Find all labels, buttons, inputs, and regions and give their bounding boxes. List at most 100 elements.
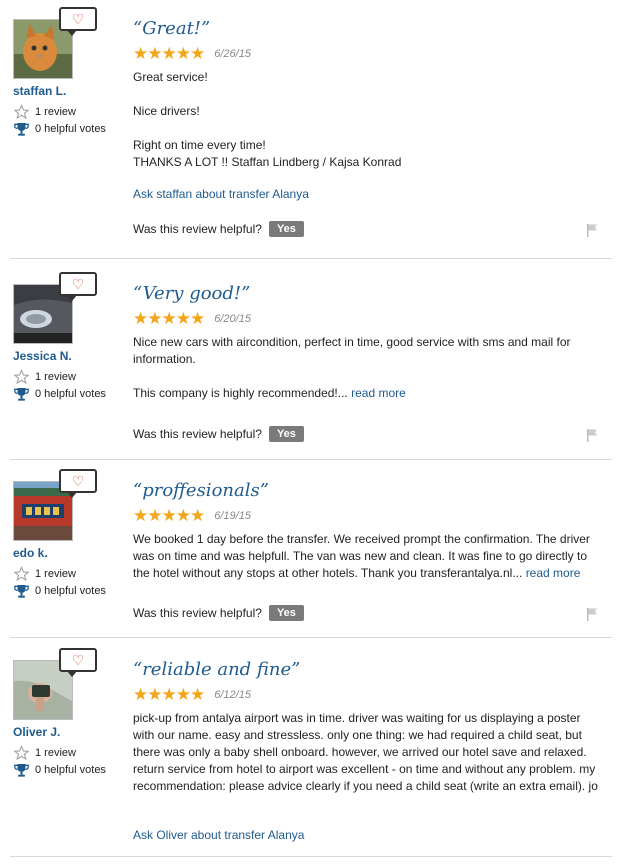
yes-button[interactable]: Yes bbox=[268, 426, 304, 442]
star-outline-icon bbox=[13, 369, 31, 385]
heart-icon: ♡ bbox=[71, 11, 85, 27]
read-more-link[interactable]: read more bbox=[351, 386, 406, 400]
avatar[interactable]: ♡ bbox=[13, 7, 97, 79]
review-count-text: 1 review bbox=[35, 568, 76, 580]
helpful-votes-text: 0 helpful votes bbox=[35, 764, 106, 776]
helpful-votes-text: 0 helpful votes bbox=[35, 388, 106, 400]
rating: ★ ★ ★ ★ ★ 6/19/15 bbox=[133, 507, 251, 524]
star-icon: ★ bbox=[161, 685, 177, 704]
review-title[interactable]: “Very good!” bbox=[133, 283, 250, 304]
review-text: pick-up from antalya airport was in time… bbox=[133, 711, 598, 793]
review-count: 1 review bbox=[13, 369, 76, 385]
rating-stars: ★ ★ ★ ★ ★ bbox=[133, 309, 205, 328]
review-body: Nice new cars with aircondition, perfect… bbox=[133, 334, 603, 402]
star-outline-icon bbox=[13, 104, 31, 120]
review-text: THANKS A LOT !! Staffan Lindberg / Kajsa… bbox=[133, 155, 402, 169]
read-more-link[interactable]: read more bbox=[526, 566, 581, 580]
star-icon: ★ bbox=[175, 44, 191, 63]
trophy-icon bbox=[13, 762, 31, 778]
username-link[interactable]: Jessica N. bbox=[13, 349, 72, 363]
helpful-question: Was this review helpful? bbox=[133, 222, 262, 236]
helpful-votes: 0 helpful votes bbox=[13, 121, 106, 137]
review-title[interactable]: “proffesionals” bbox=[133, 480, 269, 501]
review-date: 6/26/15 bbox=[214, 47, 251, 60]
yes-button[interactable]: Yes bbox=[268, 605, 304, 621]
heart-badge: ♡ bbox=[59, 272, 97, 301]
username-link[interactable]: edo k. bbox=[13, 546, 48, 560]
flag-icon[interactable] bbox=[586, 607, 598, 621]
rating: ★ ★ ★ ★ ★ 6/26/15 bbox=[133, 45, 251, 62]
star-icon: ★ bbox=[147, 44, 162, 63]
flag-icon[interactable] bbox=[586, 223, 598, 237]
star-icon: ★ bbox=[175, 309, 191, 328]
review-count: 1 review bbox=[13, 745, 76, 761]
review-date: 6/19/15 bbox=[214, 509, 251, 522]
star-icon: ★ bbox=[175, 506, 191, 525]
rating-stars: ★ ★ ★ ★ ★ bbox=[133, 506, 205, 525]
review-text: This company is highly recommended!... r… bbox=[133, 385, 603, 402]
star-icon: ★ bbox=[133, 309, 148, 328]
review-text-snippet: We booked 1 day before the transfer. We … bbox=[133, 532, 590, 580]
heart-badge: ♡ bbox=[59, 469, 97, 498]
star-icon: ★ bbox=[147, 506, 162, 525]
star-icon: ★ bbox=[190, 506, 205, 525]
review-body: pick-up from antalya airport was in time… bbox=[133, 710, 603, 795]
review-body: Great service! Nice drivers! Right on ti… bbox=[133, 69, 603, 171]
review-date: 6/20/15 bbox=[214, 312, 251, 325]
review-count-text: 1 review bbox=[35, 371, 76, 383]
star-icon: ★ bbox=[147, 685, 162, 704]
star-outline-icon bbox=[13, 745, 31, 761]
review-count: 1 review bbox=[13, 104, 76, 120]
username-link[interactable]: staffan L. bbox=[13, 84, 66, 98]
review-text: We booked 1 day before the transfer. We … bbox=[133, 531, 603, 582]
star-icon: ★ bbox=[190, 685, 205, 704]
divider bbox=[10, 459, 612, 460]
avatar[interactable]: ♡ bbox=[13, 648, 97, 720]
review-text: Right on time every time! bbox=[133, 138, 266, 152]
star-icon: ★ bbox=[147, 309, 162, 328]
avatar[interactable]: ♡ bbox=[13, 272, 97, 344]
helpful-prompt: Was this review helpful? Yes bbox=[133, 605, 304, 621]
divider bbox=[10, 637, 612, 638]
review-text: Nice new cars with aircondition, perfect… bbox=[133, 335, 571, 366]
star-icon: ★ bbox=[190, 309, 205, 328]
star-icon: ★ bbox=[161, 506, 177, 525]
yes-button[interactable]: Yes bbox=[268, 221, 304, 237]
star-icon: ★ bbox=[133, 506, 148, 525]
avatar[interactable]: ♡ bbox=[13, 469, 97, 541]
trophy-icon bbox=[13, 121, 31, 137]
rating: ★ ★ ★ ★ ★ 6/12/15 bbox=[133, 686, 251, 703]
trophy-icon bbox=[13, 386, 31, 402]
helpful-votes-text: 0 helpful votes bbox=[35, 585, 106, 597]
star-icon: ★ bbox=[175, 685, 191, 704]
rating: ★ ★ ★ ★ ★ 6/20/15 bbox=[133, 310, 251, 327]
review-text: Great service! bbox=[133, 70, 208, 84]
heart-icon: ♡ bbox=[71, 276, 85, 292]
rating-stars: ★ ★ ★ ★ ★ bbox=[133, 44, 205, 63]
ask-reviewer-link[interactable]: Ask Oliver about transfer Alanya bbox=[133, 828, 304, 842]
rating-stars: ★ ★ ★ ★ ★ bbox=[133, 685, 205, 704]
review-title[interactable]: “reliable and fine” bbox=[133, 659, 300, 680]
review-body: We booked 1 day before the transfer. We … bbox=[133, 531, 603, 582]
review-date: 6/12/15 bbox=[214, 688, 251, 701]
divider bbox=[10, 258, 612, 259]
helpful-votes-text: 0 helpful votes bbox=[35, 123, 106, 135]
ask-reviewer-link[interactable]: Ask staffan about transfer Alanya bbox=[133, 187, 309, 201]
helpful-votes: 0 helpful votes bbox=[13, 583, 106, 599]
helpful-votes: 0 helpful votes bbox=[13, 762, 106, 778]
heart-icon: ♡ bbox=[71, 473, 85, 489]
star-icon: ★ bbox=[161, 309, 177, 328]
flag-icon[interactable] bbox=[586, 428, 598, 442]
username-link[interactable]: Oliver J. bbox=[13, 725, 60, 739]
helpful-prompt: Was this review helpful? Yes bbox=[133, 221, 304, 237]
review-text-snippet: This company is highly recommended!... bbox=[133, 386, 348, 400]
helpful-question: Was this review helpful? bbox=[133, 427, 262, 441]
star-icon: ★ bbox=[190, 44, 205, 63]
review-text: Nice drivers! bbox=[133, 104, 200, 118]
helpful-question: Was this review helpful? bbox=[133, 606, 262, 620]
review-count-text: 1 review bbox=[35, 747, 76, 759]
review-count: 1 review bbox=[13, 566, 76, 582]
star-icon: ★ bbox=[133, 685, 148, 704]
review-title[interactable]: “Great!” bbox=[133, 18, 210, 39]
star-icon: ★ bbox=[133, 44, 148, 63]
